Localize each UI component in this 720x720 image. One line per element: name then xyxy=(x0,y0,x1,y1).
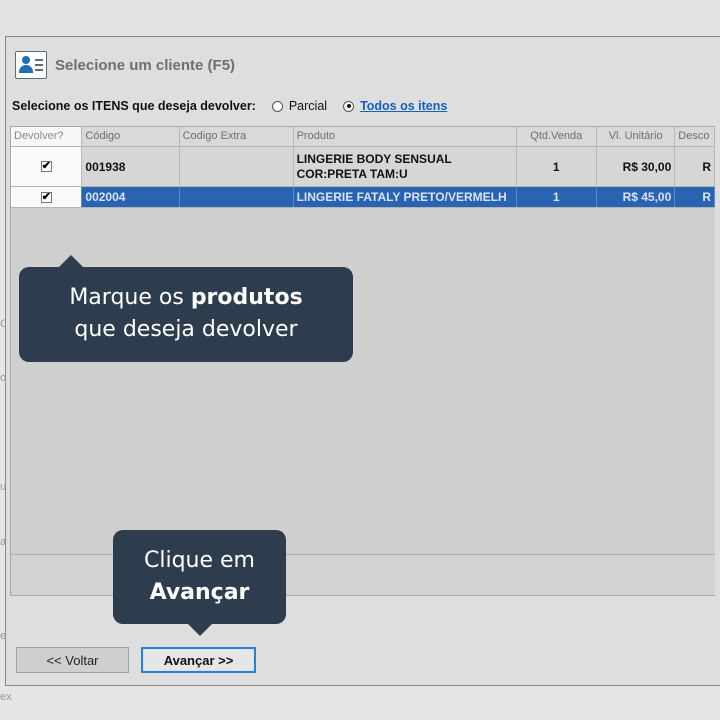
table-row[interactable]: ✔ 001938 LINGERIE BODY SENSUAL COR:PRETA… xyxy=(11,147,715,187)
produto-cell: LINGERIE FATALY PRETO/VERMELH xyxy=(294,187,517,207)
tooltip-text-bold: Avançar xyxy=(149,580,250,605)
qtd-venda-cell: 1 xyxy=(517,147,597,186)
tooltip-text: Clique em xyxy=(144,548,255,573)
tooltip-text-bold: produtos xyxy=(190,285,303,310)
header-valor-unitario[interactable]: Vl. Unitário xyxy=(597,127,676,146)
qtd-venda-cell: 1 xyxy=(517,187,597,207)
produto-cell: LINGERIE BODY SENSUAL COR:PRETA TAM:U xyxy=(294,147,517,186)
tooltip-click-next: Clique em Avançar xyxy=(113,530,286,636)
devolver-checkbox[interactable]: ✔ xyxy=(40,161,52,172)
client-card-icon[interactable] xyxy=(15,51,47,79)
codigo-cell: 002004 xyxy=(82,187,180,207)
radio-todos-itens[interactable]: Todos os itens xyxy=(343,99,447,113)
background-edge-text: ex xyxy=(0,691,12,703)
header-codigo-extra[interactable]: Codigo Extra xyxy=(180,127,294,146)
radio-parcial-label[interactable]: Parcial xyxy=(289,99,327,113)
header-produto[interactable]: Produto xyxy=(294,127,517,146)
next-button[interactable]: Avançar >> xyxy=(141,647,256,673)
grid-header: Devolver? Código Codigo Extra Produto Qt… xyxy=(11,127,715,147)
radio-parcial[interactable]: Parcial xyxy=(271,99,327,113)
devolver-cell[interactable]: ✔ xyxy=(11,187,83,207)
radio-unchecked-icon[interactable] xyxy=(271,100,283,112)
codigo-extra-cell xyxy=(180,187,294,207)
header-qtd-venda[interactable]: Qtd.Venda xyxy=(517,127,597,146)
codigo-extra-cell xyxy=(180,147,294,186)
desconto-cell: R xyxy=(675,187,715,207)
valor-unitario-cell: R$ 30,00 xyxy=(597,147,676,186)
codigo-cell: 001938 xyxy=(82,147,180,186)
radio-checked-icon[interactable] xyxy=(343,100,355,112)
desconto-cell: R xyxy=(675,147,715,186)
tooltip-mark-products: Marque os produtos que deseja devolver xyxy=(19,255,353,362)
background-topbar xyxy=(0,0,720,36)
select-items-label: Selecione os ITENS que deseja devolver: xyxy=(12,99,256,113)
radio-todos-itens-label[interactable]: Todos os itens xyxy=(360,99,447,113)
items-selection-row: Selecione os ITENS que deseja devolver: … xyxy=(12,99,447,113)
tooltip-text: Marque os xyxy=(69,285,191,310)
valor-unitario-cell: R$ 45,00 xyxy=(597,187,676,207)
header-desconto[interactable]: Desco xyxy=(675,127,715,146)
select-client-title[interactable]: Selecione um cliente (F5) xyxy=(55,57,235,74)
back-button[interactable]: << Voltar xyxy=(16,647,129,673)
header-devolver[interactable]: Devolver? xyxy=(11,127,83,146)
header-codigo[interactable]: Código xyxy=(82,127,180,146)
table-row-selected[interactable]: ✔ 002004 LINGERIE FATALY PRETO/VERMELH 1… xyxy=(11,187,715,208)
devolver-checkbox[interactable]: ✔ xyxy=(40,191,52,203)
tooltip-text: que deseja devolver xyxy=(74,317,298,342)
devolver-cell[interactable]: ✔ xyxy=(11,147,83,186)
dialog-header: Selecione um cliente (F5) xyxy=(15,50,235,80)
